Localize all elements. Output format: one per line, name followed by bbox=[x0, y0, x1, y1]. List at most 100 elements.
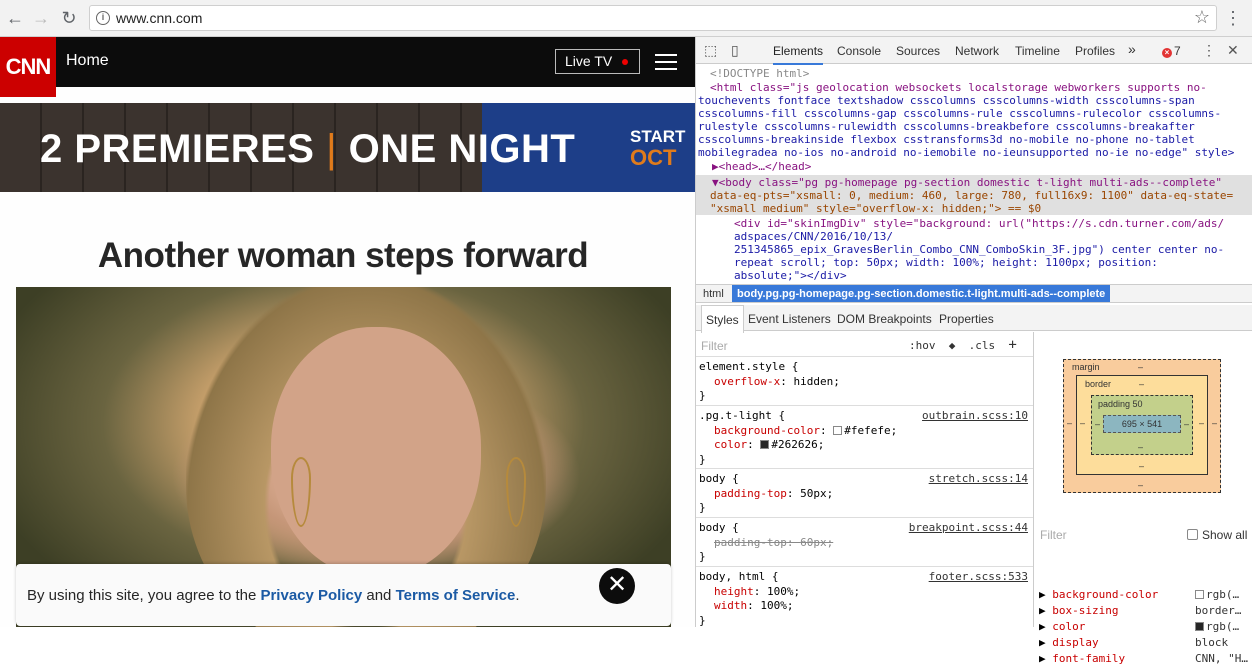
breadcrumb-body[interactable]: body.pg.pg-homepage.pg-section.domestic.… bbox=[732, 285, 1111, 302]
inspect-element-icon[interactable]: ⬚ bbox=[704, 42, 717, 59]
dom-line[interactable]: adspaces/CNN/2016/10/13/ bbox=[734, 230, 893, 243]
info-icon[interactable]: i bbox=[96, 11, 110, 25]
prop-value[interactable]: #262626; bbox=[771, 438, 824, 451]
rule-property[interactable]: overflow-x: hidden; bbox=[699, 375, 1030, 390]
tab-profiles[interactable]: Profiles bbox=[1075, 44, 1115, 58]
cls-toggle[interactable]: .cls bbox=[969, 339, 996, 352]
terms-of-service-link[interactable]: Terms of Service bbox=[396, 587, 516, 604]
url-text[interactable]: www.cnn.com bbox=[116, 10, 202, 26]
computed-row[interactable]: ▶ box-sizing border… bbox=[1039, 603, 1251, 619]
prop-name[interactable]: height bbox=[714, 585, 754, 598]
error-counter[interactable]: × 7 bbox=[1162, 44, 1181, 58]
prop-value[interactable]: 100%; bbox=[767, 585, 800, 598]
devtools-menu-icon[interactable]: ⋮ bbox=[1202, 42, 1216, 59]
color-swatch[interactable] bbox=[833, 425, 843, 435]
dom-line[interactable]: <div id="skinImgDiv" style="background: … bbox=[734, 217, 1224, 230]
computed-row[interactable]: ▶ font-family CNN, "H… bbox=[1039, 651, 1251, 667]
rule-source-link[interactable]: outbrain.scss:10 bbox=[922, 409, 1028, 424]
style-rule[interactable]: body { breakpoint.scss:44 padding-top: 6… bbox=[696, 517, 1033, 567]
dom-line[interactable]: absolute;"></div> bbox=[734, 269, 847, 282]
tab-dom-breakpoints[interactable]: DOM Breakpoints bbox=[837, 312, 932, 326]
border-top-value[interactable]: – bbox=[1139, 379, 1144, 389]
rule-selector[interactable]: element.style { bbox=[699, 360, 1030, 375]
dom-line[interactable]: mobilegradea no-ios no-android no-iemobi… bbox=[698, 146, 1234, 159]
style-rule[interactable]: .pg.t-light { outbrain.scss:10 backgroun… bbox=[696, 405, 1033, 469]
story-headline[interactable]: Another woman steps forward bbox=[0, 236, 686, 276]
margin-bottom-value[interactable]: – bbox=[1138, 480, 1143, 490]
rule-source-link[interactable]: breakpoint.scss:44 bbox=[909, 521, 1028, 536]
tab-styles[interactable]: Styles bbox=[701, 305, 744, 333]
padding-bottom-value[interactable]: – bbox=[1138, 442, 1143, 452]
border-right-value[interactable]: – bbox=[1199, 418, 1204, 428]
rule-property[interactable]: width: 100%; bbox=[699, 599, 1030, 614]
prop-value[interactable]: hidden; bbox=[793, 375, 839, 388]
prop-name[interactable]: width bbox=[714, 599, 747, 612]
dom-line[interactable]: csscolumns-fill csscolumns-gap csscolumn… bbox=[698, 107, 1221, 120]
rule-source-link[interactable]: stretch.scss:14 bbox=[929, 472, 1028, 487]
style-rule[interactable]: body, html { footer.scss:533 height: 100… bbox=[696, 566, 1033, 627]
dom-line[interactable]: rulestyle csscolumns-rulewidth csscolumn… bbox=[698, 120, 1195, 133]
rule-property[interactable]: padding-top: 50px; bbox=[699, 487, 1030, 502]
rule-property[interactable]: color: #262626; bbox=[699, 438, 1030, 453]
hamburger-menu-icon[interactable] bbox=[655, 54, 677, 75]
close-icon[interactable]: ✕ bbox=[599, 568, 635, 604]
prop-name[interactable]: background-color bbox=[714, 424, 820, 437]
cnn-logo[interactable]: CNN bbox=[0, 37, 56, 97]
border-left-value[interactable]: – bbox=[1080, 418, 1085, 428]
tab-event-listeners[interactable]: Event Listeners bbox=[748, 312, 831, 326]
dom-line-body[interactable]: ▼<body class="pg pg-homepage pg-section … bbox=[712, 176, 1222, 189]
privacy-policy-link[interactable]: Privacy Policy bbox=[260, 587, 362, 604]
rule-property-overridden[interactable]: padding-top: 60px; bbox=[699, 536, 1030, 551]
computed-row[interactable]: ▶ display block bbox=[1039, 635, 1251, 651]
banner-ad[interactable]: 2 PREMIERES | ONE NIGHT START OCT bbox=[0, 103, 695, 192]
box-model-content[interactable]: 695 × 541 bbox=[1103, 415, 1181, 433]
prop-name[interactable]: overflow-x bbox=[714, 375, 780, 388]
padding-label[interactable]: padding 50 bbox=[1098, 399, 1143, 409]
browser-menu-icon[interactable]: ⋮ bbox=[1224, 6, 1242, 30]
color-swatch[interactable] bbox=[760, 440, 770, 449]
prop-value[interactable]: 100%; bbox=[760, 599, 793, 612]
add-rule-icon[interactable]: + bbox=[1008, 337, 1016, 353]
prop-value[interactable]: 50px; bbox=[800, 487, 833, 500]
dom-line[interactable]: touchevents fontface textshadow csscolum… bbox=[698, 94, 1195, 107]
breadcrumb-html[interactable]: html bbox=[703, 288, 724, 300]
dom-line[interactable]: repeat scroll; top: 50px; width: 100%; h… bbox=[734, 256, 1158, 269]
more-tabs-icon[interactable]: » bbox=[1128, 41, 1136, 57]
tab-network[interactable]: Network bbox=[955, 44, 999, 58]
margin-left-value[interactable]: – bbox=[1067, 418, 1072, 428]
bookmark-star-icon[interactable]: ☆ bbox=[1194, 7, 1210, 28]
dom-line[interactable]: <html class="js geolocation websockets l… bbox=[710, 81, 1207, 94]
address-bar[interactable]: i www.cnn.com ☆ bbox=[89, 5, 1217, 31]
prop-name[interactable]: padding-top bbox=[714, 536, 787, 549]
show-all-checkbox[interactable]: Show all bbox=[1187, 527, 1247, 543]
dom-tree[interactable]: <!DOCTYPE html> <html class="js geolocat… bbox=[696, 65, 1252, 283]
reload-icon[interactable]: ↻ bbox=[57, 6, 81, 30]
device-toolbar-icon[interactable]: ▯ bbox=[731, 42, 739, 59]
paint-icon[interactable]: ◆ bbox=[949, 339, 956, 352]
style-rule[interactable]: body { stretch.scss:14 padding-top: 50px… bbox=[696, 468, 1033, 518]
style-rule[interactable]: element.style { overflow-x: hidden; } bbox=[696, 356, 1033, 406]
computed-row[interactable]: ▶ color rgb(… bbox=[1039, 619, 1251, 635]
section-title[interactable]: Home bbox=[66, 52, 109, 70]
back-icon[interactable]: ← bbox=[3, 6, 27, 30]
hov-toggle[interactable]: :hov bbox=[909, 339, 936, 352]
live-tv-button[interactable]: Live TV bbox=[555, 49, 640, 74]
prop-name[interactable]: color bbox=[714, 438, 747, 451]
tab-sources[interactable]: Sources bbox=[896, 44, 940, 58]
tab-console[interactable]: Console bbox=[837, 44, 881, 58]
checkbox-icon[interactable] bbox=[1187, 529, 1198, 540]
devtools-close-icon[interactable]: ✕ bbox=[1227, 42, 1239, 59]
tab-properties[interactable]: Properties bbox=[939, 312, 994, 326]
rule-source-link[interactable]: footer.scss:533 bbox=[929, 570, 1028, 585]
rule-property[interactable]: height: 100%; bbox=[699, 585, 1030, 600]
dom-line[interactable]: csscolumns-breakinside flexbox csstransf… bbox=[698, 133, 1195, 146]
prop-value[interactable]: 60px; bbox=[800, 536, 833, 549]
tab-timeline[interactable]: Timeline bbox=[1015, 44, 1060, 58]
padding-right-value[interactable]: – bbox=[1184, 419, 1189, 429]
rule-property[interactable]: background-color: #fefefe; bbox=[699, 424, 1030, 439]
margin-top-value[interactable]: – bbox=[1138, 362, 1143, 372]
styles-filter-input[interactable]: Filter bbox=[701, 339, 728, 354]
tab-elements[interactable]: Elements bbox=[773, 44, 824, 65]
prop-value[interactable]: #fefefe; bbox=[844, 424, 897, 437]
forward-icon[interactable]: → bbox=[29, 6, 53, 30]
